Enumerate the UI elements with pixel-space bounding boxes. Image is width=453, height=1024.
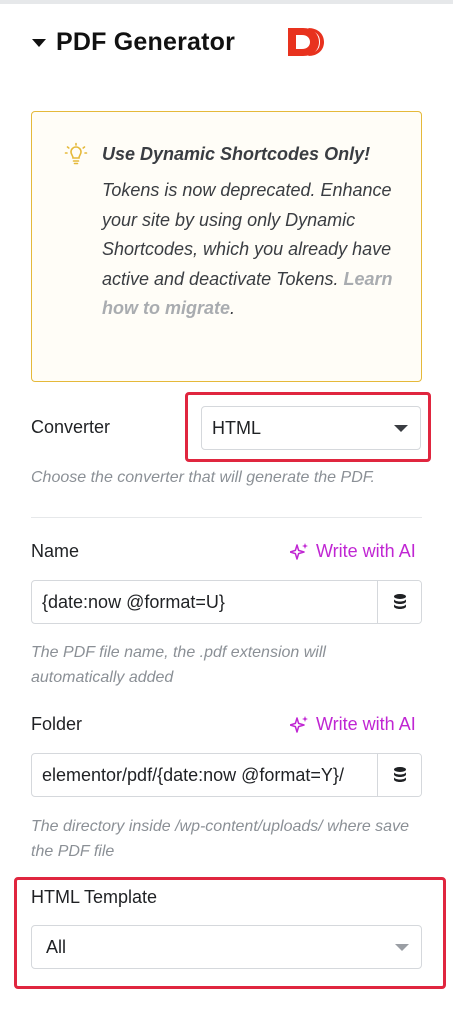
top-divider: [0, 0, 453, 4]
notice-end: .: [230, 298, 236, 318]
name-help: The PDF file name, the .pdf extension wi…: [31, 644, 326, 686]
folder-label: Folder: [31, 714, 83, 734]
dynamic-tags-button[interactable]: [377, 754, 421, 796]
converter-highlight: [185, 392, 431, 462]
section-title: PDF Generator: [56, 27, 236, 56]
name-input[interactable]: [32, 581, 377, 623]
converter-label: Converter: [31, 417, 111, 437]
notice-title: Use Dynamic Shortcodes Only!: [102, 144, 371, 164]
notice-body: Tokens is now deprecated. Enhance your s…: [102, 176, 402, 324]
section-header[interactable]: PDF Generator: [32, 24, 235, 60]
write-with-ai-label: Write with AI: [316, 714, 416, 734]
folder-help: The directory inside /wp-content/uploads…: [31, 818, 409, 860]
folder-input-group: [31, 753, 422, 797]
folder-input[interactable]: [32, 754, 377, 796]
write-with-ai-label: Write with AI: [316, 541, 416, 561]
dynamic-logo-icon: [288, 28, 324, 56]
html-template-highlight: [14, 877, 446, 989]
converter-help: Choose the converter that will generate …: [31, 469, 375, 486]
name-input-group: [31, 580, 422, 624]
caret-down-icon[interactable]: [32, 39, 46, 47]
name-write-with-ai-button[interactable]: Write with AI: [290, 541, 416, 562]
database-icon: [393, 594, 406, 609]
database-icon: [393, 767, 406, 782]
divider: [31, 517, 422, 518]
sparkles-icon: [290, 715, 308, 733]
lightbulb-icon: [64, 142, 88, 165]
dynamic-tags-button[interactable]: [377, 581, 421, 623]
folder-write-with-ai-button[interactable]: Write with AI: [290, 714, 416, 735]
deprecation-notice: Use Dynamic Shortcodes Only! Tokens is n…: [31, 111, 422, 382]
name-label: Name: [31, 541, 80, 561]
sparkles-icon: [290, 542, 308, 560]
